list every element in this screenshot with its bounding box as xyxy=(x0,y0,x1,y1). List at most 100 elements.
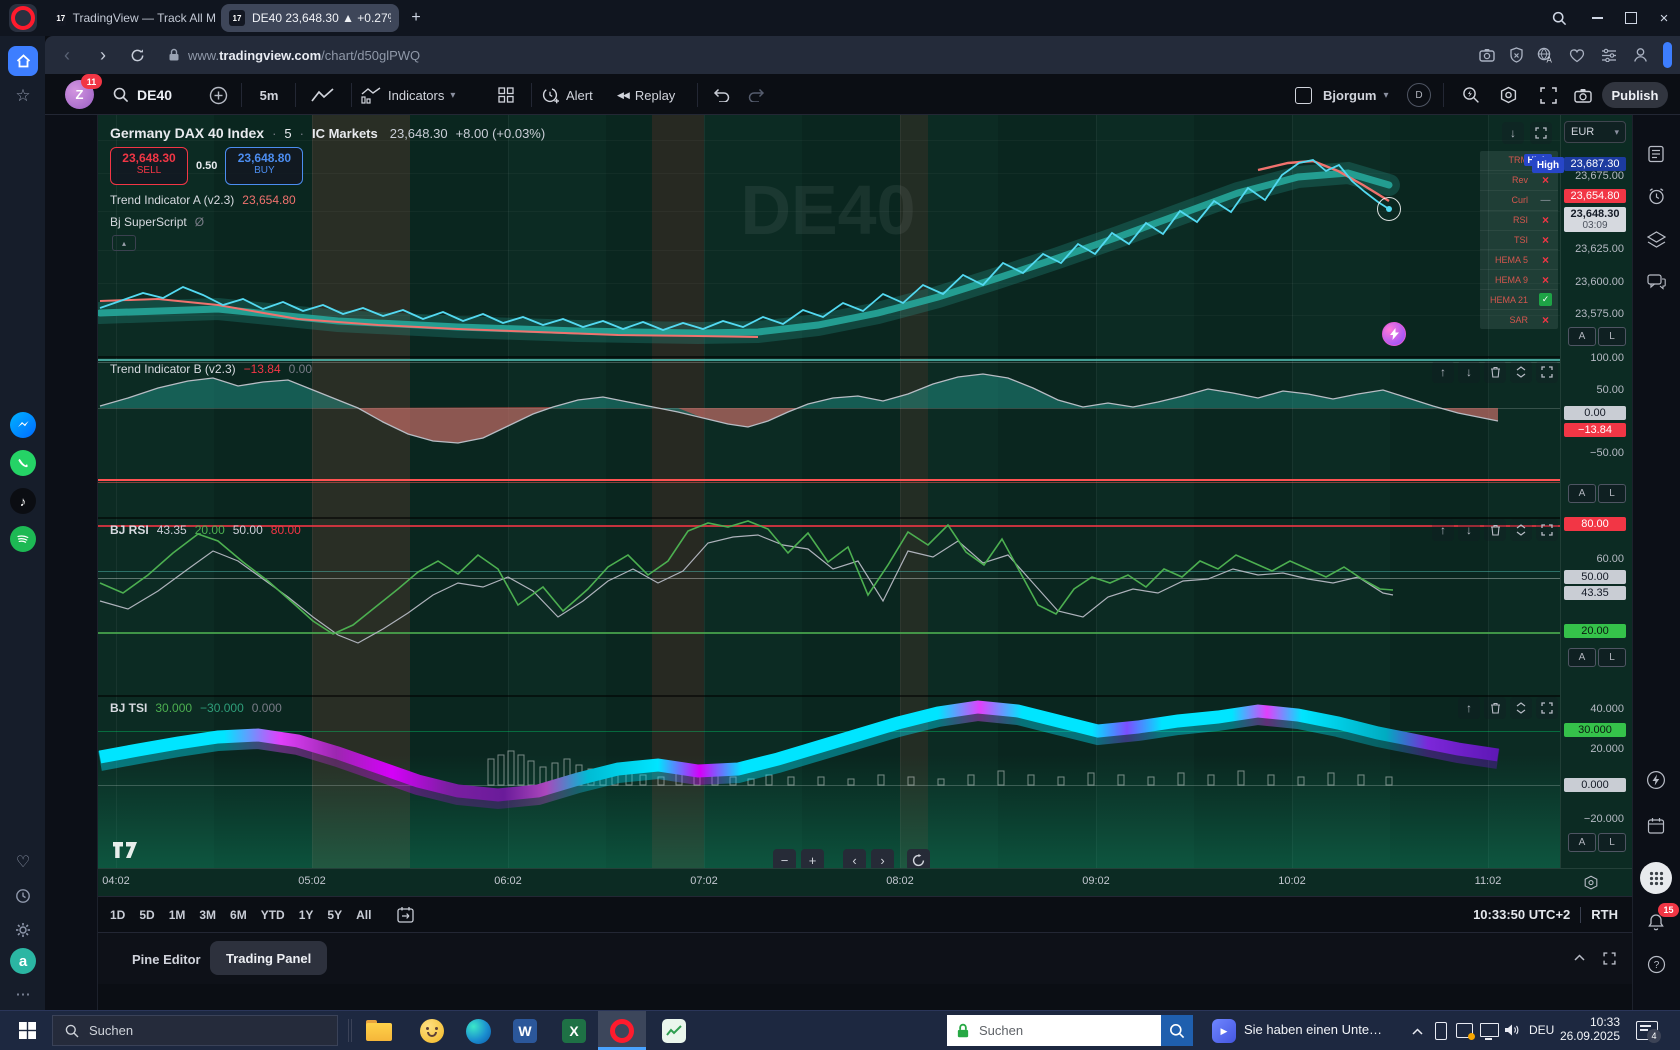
history-clock-icon[interactable] xyxy=(11,884,35,908)
action-center-icon[interactable]: 4 xyxy=(1636,1021,1658,1040)
start-button[interactable] xyxy=(8,1011,46,1050)
spotify-icon[interactable] xyxy=(10,526,36,552)
auto-scale-button[interactable]: A xyxy=(1568,833,1596,852)
tray-network-icon[interactable] xyxy=(1480,1023,1499,1037)
favorites-heart-icon[interactable] xyxy=(1566,44,1588,66)
scroll-to-recent-button[interactable]: ↓ xyxy=(1502,122,1524,144)
opera-logo-icon[interactable] xyxy=(9,4,37,32)
log-scale-button[interactable]: L xyxy=(1598,327,1626,346)
range-ytd[interactable]: YTD xyxy=(261,908,285,922)
sidebar-more-icon[interactable]: ⋯ xyxy=(11,982,35,1006)
apps-grid-button[interactable] xyxy=(1640,862,1672,894)
auto-scale-button[interactable]: A xyxy=(1568,327,1596,346)
boost-lightning-icon[interactable] xyxy=(1382,322,1406,346)
pane-up-button[interactable]: ↑ xyxy=(1432,361,1454,383)
tray-clock[interactable]: 10:33 26.09.2025 xyxy=(1558,1015,1620,1043)
range-1y[interactable]: 1Y xyxy=(299,908,314,922)
log-scale-button[interactable]: L xyxy=(1598,833,1626,852)
emoji-app-icon[interactable] xyxy=(420,1019,444,1043)
tab-trading-panel[interactable]: Trading Panel xyxy=(210,941,327,975)
calendar-icon[interactable] xyxy=(1642,812,1670,840)
save-layout-icon[interactable] xyxy=(1290,82,1316,108)
pane-down-button[interactable]: ↓ xyxy=(1458,519,1480,541)
browser-tab-active[interactable]: 17 DE40 23,648.30 ▲ +0.27% xyxy=(221,4,399,32)
reload-button[interactable] xyxy=(125,43,149,67)
server-clock[interactable]: 10:33:50 UTC+2 xyxy=(1473,907,1570,922)
back-button[interactable]: ‹ xyxy=(55,43,79,67)
scroll-indicator[interactable] xyxy=(1663,42,1672,68)
word-icon[interactable]: W xyxy=(513,1019,537,1043)
tabbar-search-icon[interactable] xyxy=(1549,8,1569,28)
auto-scale-button[interactable]: A xyxy=(1568,484,1596,503)
pane-collapse-button[interactable] xyxy=(1510,361,1532,383)
pane-maximize-button[interactable] xyxy=(1536,361,1558,383)
taskbar-search-box[interactable]: Suchen xyxy=(52,1015,338,1046)
boost-flash-icon[interactable] xyxy=(1642,766,1670,794)
auto-scale-button[interactable]: A xyxy=(1568,648,1596,667)
main-legend[interactable]: Germany DAX 40 Index · 5 · IC Markets 23… xyxy=(110,125,545,141)
layout-grid-button[interactable] xyxy=(491,82,521,108)
messenger-icon[interactable] xyxy=(10,412,36,438)
fullscreen-icon[interactable] xyxy=(1534,82,1562,108)
notification-toast-text[interactable]: Sie haben einen Unte… xyxy=(1244,1022,1382,1037)
publish-button[interactable]: Publish xyxy=(1602,82,1668,108)
draft-badge[interactable]: D xyxy=(1407,83,1431,107)
help-icon[interactable]: ? xyxy=(1642,950,1670,978)
whatsapp-icon[interactable] xyxy=(10,450,36,476)
replay-button[interactable]: ◀◀ Replay xyxy=(617,82,675,108)
notifications-bell-icon[interactable]: 15 xyxy=(1642,908,1670,936)
range-5d[interactable]: 5D xyxy=(139,908,154,922)
axis-settings-icon[interactable] xyxy=(1580,873,1602,893)
pane-delete-button[interactable] xyxy=(1484,697,1506,719)
excel-icon[interactable]: X xyxy=(562,1019,586,1043)
indicators-button[interactable]: Indicators ▾ xyxy=(361,82,455,108)
superscript-legend[interactable]: Bj SuperScript Ø xyxy=(110,215,204,229)
range-3m[interactable]: 3M xyxy=(199,908,216,922)
window-close-button[interactable]: × xyxy=(1653,7,1675,29)
file-explorer-icon[interactable] xyxy=(366,1020,392,1041)
chart-area[interactable]: DE40 xyxy=(98,115,1560,868)
chart-style-button[interactable] xyxy=(303,82,343,108)
pane-collapse-button[interactable] xyxy=(1510,697,1532,719)
indicator-a-legend[interactable]: Trend Indicator A (v2.3) 23,654.80 xyxy=(110,193,296,207)
chat-icon[interactable] xyxy=(1642,268,1670,296)
tray-app-orange-icon[interactable] xyxy=(1456,1023,1473,1038)
pane-delete-button[interactable] xyxy=(1484,519,1506,541)
time-axis[interactable]: 04:02 05:02 06:02 07:02 08:02 09:02 10:0… xyxy=(98,868,1632,896)
sell-button[interactable]: 23,648.30 SELL xyxy=(110,147,188,185)
log-scale-button[interactable]: L xyxy=(1598,648,1626,667)
extension-search-button[interactable] xyxy=(1161,1015,1193,1046)
edge-icon[interactable] xyxy=(466,1019,491,1044)
buy-button[interactable]: 23,648.80 BUY xyxy=(225,147,303,185)
opera-taskbar-highlight[interactable] xyxy=(598,1011,646,1050)
browser-tab-inactive[interactable]: 17 TradingView — Track All M xyxy=(56,6,216,30)
forward-button[interactable]: › xyxy=(91,43,115,67)
session-rth-button[interactable]: RTH xyxy=(1591,907,1618,922)
range-all[interactable]: All xyxy=(356,908,371,922)
notification-toast-icon[interactable]: ▶ xyxy=(1212,1019,1236,1043)
panel-maximize-icon[interactable] xyxy=(1596,945,1622,971)
alerts-clock-icon[interactable] xyxy=(1642,182,1670,210)
tiktok-icon[interactable]: ♪ xyxy=(10,488,36,514)
layout-name-button[interactable]: Bjorgum ▾ xyxy=(1323,82,1388,108)
range-5y[interactable]: 5Y xyxy=(327,908,342,922)
lock-icon[interactable] xyxy=(165,45,183,65)
extension-search-box[interactable]: Suchen xyxy=(947,1015,1161,1046)
pane-delete-button[interactable] xyxy=(1484,361,1506,383)
trend-b-legend[interactable]: Trend Indicator B (v2.3) −13.84 0.00 xyxy=(110,362,312,376)
redo-button[interactable] xyxy=(743,82,771,108)
panel-restore-icon[interactable] xyxy=(1566,945,1592,971)
watchlist-icon[interactable] xyxy=(1642,140,1670,168)
pane-maximize-button[interactable] xyxy=(1536,519,1558,541)
stocks-app-icon[interactable] xyxy=(662,1019,686,1043)
window-minimize-button[interactable] xyxy=(1586,8,1608,28)
likes-heart-icon[interactable]: ♡ xyxy=(11,850,35,874)
interval-button[interactable]: 5m xyxy=(251,82,287,108)
profile-icon[interactable] xyxy=(1629,44,1651,66)
quick-search-icon[interactable] xyxy=(1457,82,1485,108)
alert-button[interactable]: Alert xyxy=(541,82,593,108)
tray-phone-icon[interactable] xyxy=(1433,1021,1449,1041)
rsi-legend[interactable]: BJ RSI 43.35 20.00 50.00 80.00 xyxy=(110,523,301,537)
pane-maximize-button[interactable] xyxy=(1530,122,1552,144)
window-maximize-button[interactable] xyxy=(1620,8,1642,28)
